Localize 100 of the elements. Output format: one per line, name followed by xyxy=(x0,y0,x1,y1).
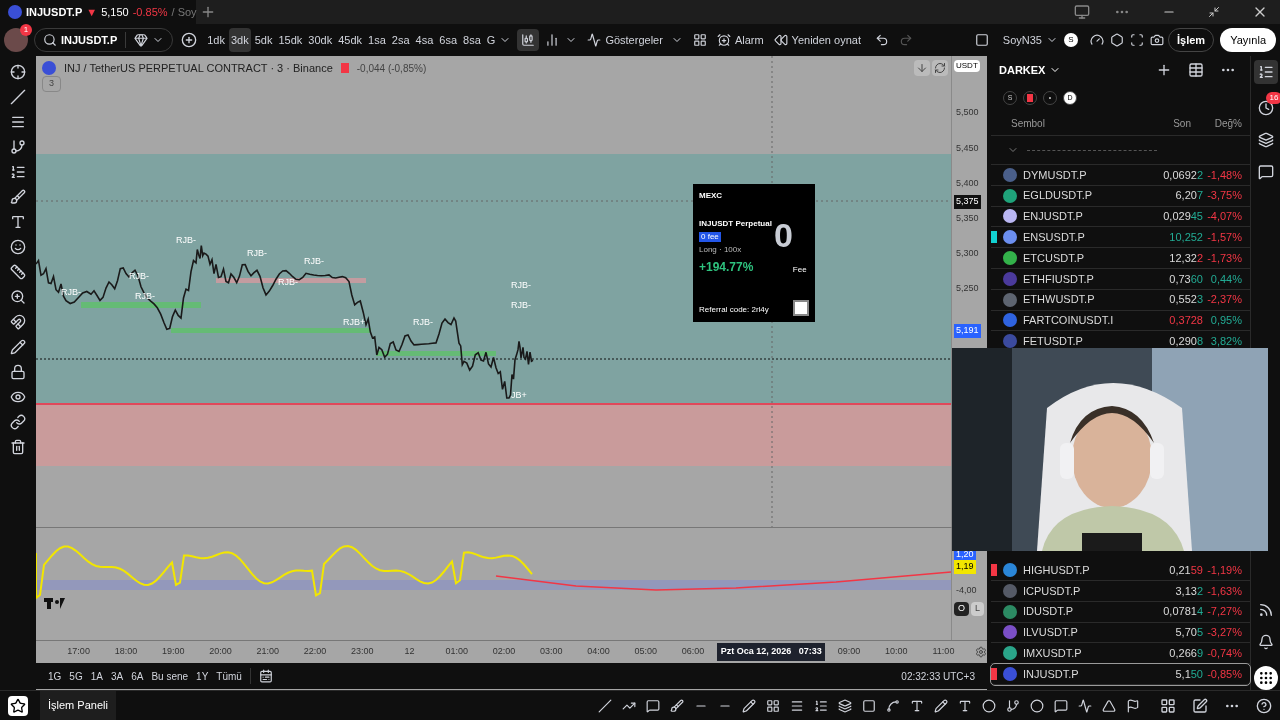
callout-icon[interactable] xyxy=(1054,698,1068,713)
help-icon[interactable] xyxy=(1256,697,1272,714)
pen-icon[interactable] xyxy=(934,698,948,713)
avatar[interactable] xyxy=(4,28,28,52)
restore-icon[interactable] xyxy=(1208,6,1220,18)
currency-dropdown[interactable]: USDT xyxy=(954,60,980,72)
interval-button[interactable]: 30dk xyxy=(306,28,335,52)
interval-button[interactable]: 2sa xyxy=(389,28,412,52)
interval-button[interactable]: 1sa xyxy=(366,28,388,52)
camera-icon[interactable] xyxy=(1150,33,1164,47)
trash-icon[interactable] xyxy=(10,439,26,455)
grid-icon[interactable] xyxy=(766,698,780,713)
add-icon[interactable] xyxy=(1156,62,1172,78)
crosshair-icon[interactable] xyxy=(10,64,26,80)
range-button[interactable]: 5G xyxy=(69,668,83,684)
browser-tab[interactable]: INJUSDT.P ▼ 5,150 -0.85% / Soy xyxy=(0,0,196,24)
text-icon[interactable] xyxy=(910,698,924,713)
watchlist-row[interactable]: ILVUSDT.P 5,705 -3,27% xyxy=(991,622,1250,644)
cursor-text-icon[interactable] xyxy=(958,698,972,713)
circle-icon[interactable] xyxy=(982,698,996,713)
range-button[interactable]: Bu sene xyxy=(151,668,189,684)
channel-icon[interactable] xyxy=(838,698,852,713)
favorites-button[interactable] xyxy=(8,695,28,716)
candles-button[interactable] xyxy=(517,29,540,51)
table-icon[interactable] xyxy=(1188,62,1204,78)
magnet-icon[interactable] xyxy=(10,314,26,330)
trading-panel-tab[interactable]: İşlem Paneli xyxy=(40,691,116,720)
watchlist-row[interactable]: FARTCOINUSDT.I 0,3728 0,95% xyxy=(991,310,1250,332)
watchlist-row[interactable]: ENSUSDT.P 10,252 -1,57% xyxy=(991,227,1250,249)
watchlist-name[interactable]: DARKEX xyxy=(999,61,1062,79)
trend-line-icon[interactable] xyxy=(10,89,26,105)
interval-button[interactable]: 4sa xyxy=(413,28,436,52)
watchlist-row[interactable]: DYMUSDT.P 0,06922 -1,48% xyxy=(991,165,1250,186)
replay-button[interactable]: Yeniden oynat xyxy=(769,31,865,49)
range-button[interactable]: 6A xyxy=(131,668,144,684)
pattern-icon[interactable] xyxy=(10,139,26,155)
scale-button[interactable]: L xyxy=(971,602,985,616)
interval-button[interactable]: 45dk xyxy=(336,28,365,52)
chat-icon[interactable] xyxy=(1257,164,1274,180)
monitor-icon[interactable] xyxy=(1074,4,1090,20)
watchlist-row[interactable]: INJUSDT.P 5,150 -0,85% xyxy=(991,664,1250,685)
callout-icon[interactable] xyxy=(646,698,660,713)
layers-icon[interactable] xyxy=(1257,132,1274,148)
watchlist-row[interactable]: ICPUSDT.P 3,132 -1,63% xyxy=(991,580,1250,602)
rectangle-icon[interactable] xyxy=(862,698,876,713)
range-button[interactable]: 1G xyxy=(48,668,62,684)
range-button[interactable]: 1A xyxy=(90,668,103,684)
pattern-icon[interactable] xyxy=(1006,698,1020,713)
interval-button[interactable]: 8sa xyxy=(461,28,483,52)
watchlist-row[interactable]: EGLDUSDT.P 6,207 -3,75% xyxy=(991,185,1250,207)
fib-icon[interactable] xyxy=(10,164,26,180)
scale-button[interactable]: O xyxy=(954,602,969,616)
interval-button[interactable]: 1dk xyxy=(205,28,227,52)
alarm-button[interactable]: Alarm xyxy=(712,31,768,49)
watchlist-row[interactable]: ETHWUSDT.P 0,5523 -2,37% xyxy=(991,289,1250,311)
lines-icon[interactable] xyxy=(10,114,26,130)
flag-icon[interactable] xyxy=(1126,698,1140,713)
emoji-icon[interactable] xyxy=(10,239,26,255)
watchlist-row[interactable]: ENJUSDT.P 0,02945 -4,07% xyxy=(991,206,1250,228)
compare-icon[interactable] xyxy=(181,32,198,48)
text-icon[interactable] xyxy=(10,214,26,230)
layout-square-icon[interactable] xyxy=(974,33,989,47)
range-button[interactable]: 3A xyxy=(110,668,124,684)
lock-icon[interactable] xyxy=(10,364,26,380)
zoom-in-icon[interactable] xyxy=(10,289,26,305)
watchlist-tab[interactable] xyxy=(1253,60,1278,84)
watchlist-row[interactable]: HIGHUSDT.P 0,2159 -1,19% xyxy=(991,560,1250,581)
fib-icon[interactable] xyxy=(814,698,828,713)
interval-button[interactable]: 15dk xyxy=(276,28,305,52)
ruler-icon[interactable] xyxy=(10,264,26,280)
watchlist-row[interactable]: ETCUSDT.P 12,322 -1,73% xyxy=(991,248,1250,269)
watchlist-row[interactable]: IMXUSDT.P 0,2669 -0,74% xyxy=(991,643,1250,665)
new-tab-icon[interactable] xyxy=(200,4,216,20)
layout-icon[interactable] xyxy=(692,33,707,47)
rss-icon[interactable] xyxy=(1257,602,1274,618)
link-icon[interactable] xyxy=(10,414,26,430)
pencil-icon[interactable] xyxy=(10,339,26,355)
interval-button[interactable]: 5dk xyxy=(252,28,275,52)
range-button[interactable]: 1Y xyxy=(196,668,209,684)
publish-button[interactable]: Yayınla xyxy=(1220,28,1276,52)
alerts-icon[interactable] xyxy=(1257,100,1274,116)
curve-icon[interactable] xyxy=(886,698,900,713)
watchlist-row[interactable]: ETHFIUSDT.P 0,7360 0,44% xyxy=(991,269,1250,290)
layout-icon[interactable] xyxy=(1160,697,1176,714)
eye-icon[interactable] xyxy=(10,389,26,405)
interval-button[interactable]: 3dk xyxy=(229,28,251,52)
apps-button[interactable] xyxy=(1253,666,1278,690)
bell-icon[interactable] xyxy=(1257,634,1274,650)
interval-button[interactable]: 6sa xyxy=(437,28,460,52)
undo-icon[interactable] xyxy=(874,33,889,47)
line-icon[interactable] xyxy=(598,698,612,713)
interval-button[interactable]: G xyxy=(484,28,498,52)
triangle-icon[interactable] xyxy=(1102,698,1116,713)
collapse-button[interactable]: 3 xyxy=(42,76,61,92)
account-button[interactable]: SoyN35 xyxy=(998,31,1062,49)
range-button[interactable]: Tümü xyxy=(216,668,242,684)
indicators-button[interactable]: Göstergeler xyxy=(583,31,687,49)
watchlist-row[interactable]: IDUSDT.P 0,07814 -7,27% xyxy=(991,601,1250,623)
refresh-icon[interactable] xyxy=(932,60,948,76)
calendar-icon[interactable] xyxy=(258,669,273,683)
